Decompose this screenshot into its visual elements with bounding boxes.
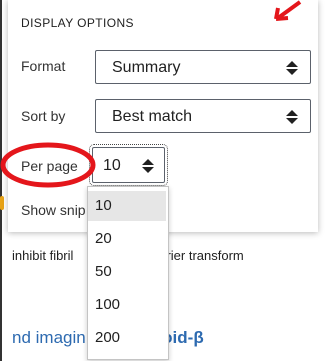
per-page-option-10[interactable]: 10 — [88, 191, 166, 221]
up-down-arrows-icon — [286, 59, 298, 77]
per-page-selected-value: 10 — [103, 157, 121, 174]
up-down-arrows-icon — [142, 157, 154, 175]
format-select[interactable]: Summary — [95, 50, 311, 84]
per-page-option-100[interactable]: 100 — [88, 290, 166, 320]
sort-by-label: Sort by — [21, 108, 66, 124]
format-selected-value: Summary — [112, 59, 181, 76]
up-down-arrows-icon — [286, 108, 298, 126]
per-page-option-200[interactable]: 200 — [88, 323, 166, 353]
show-snippets-label[interactable]: Show snip — [21, 202, 86, 218]
format-label: Format — [21, 58, 66, 74]
result-snippet-text: inhibit fibril — [12, 248, 74, 263]
sort-selected-value: Best match — [112, 108, 193, 125]
per-page-dropdown-list: 10 20 50 100 200 — [87, 186, 169, 360]
per-page-select[interactable]: 10 — [89, 144, 168, 186]
panel-title: DISPLAY OPTIONS — [21, 16, 134, 30]
per-page-option-50[interactable]: 50 — [88, 257, 166, 287]
page-left-border — [0, 0, 2, 361]
accent-marker — [0, 196, 4, 210]
per-page-option-20[interactable]: 20 — [88, 224, 166, 254]
result-title-link[interactable]: nd imagin — [12, 328, 86, 348]
sort-by-select[interactable]: Best match — [95, 99, 311, 133]
per-page-label: Per page — [21, 158, 78, 174]
